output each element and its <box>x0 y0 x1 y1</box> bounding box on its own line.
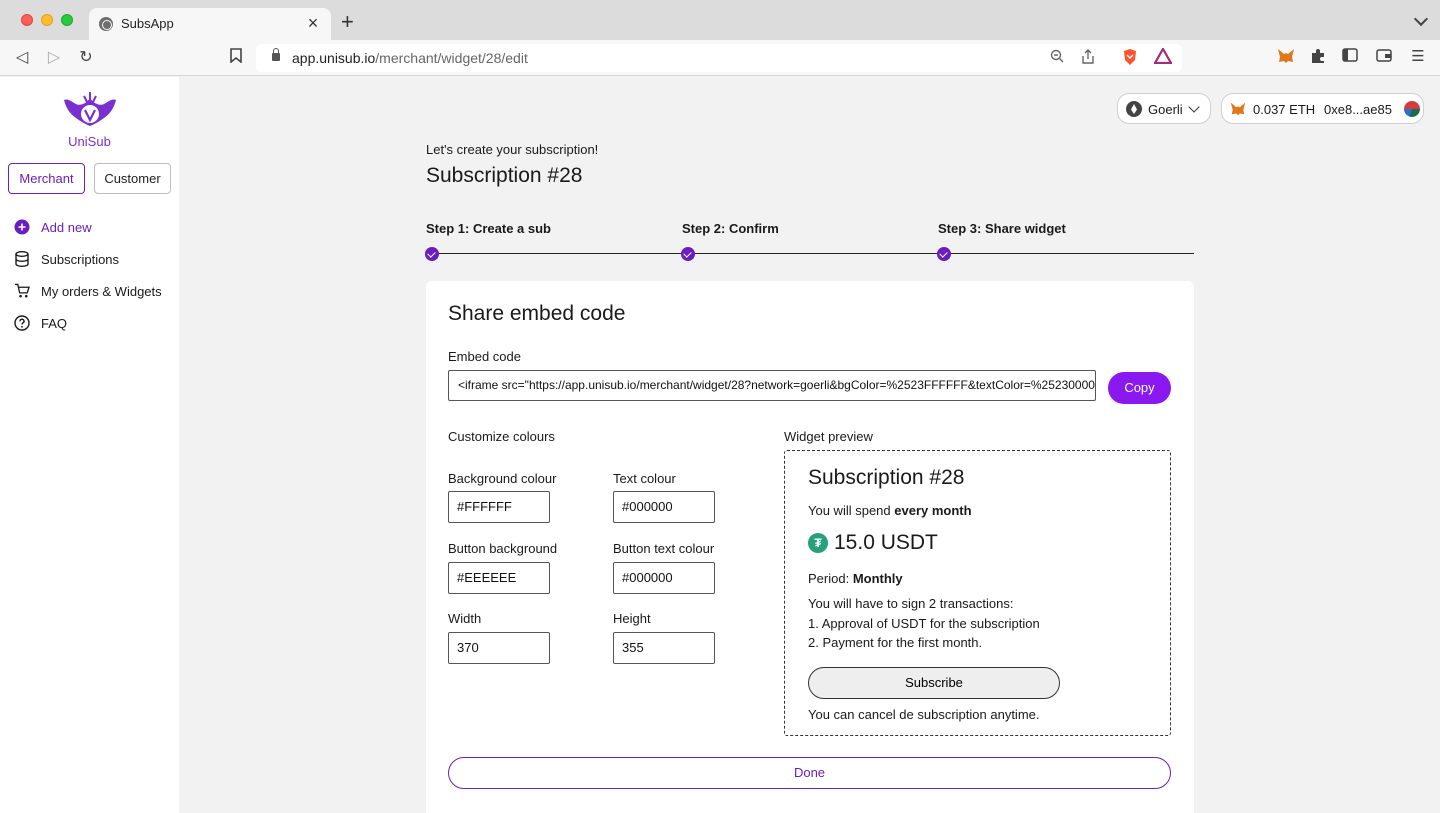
step-3-check-icon <box>937 247 951 261</box>
embed-code-label: Embed code <box>448 349 521 364</box>
sidebar-item-label: FAQ <box>41 315 68 331</box>
text-colour-label: Text colour <box>613 471 676 486</box>
address-bar[interactable]: app.unisub.io/merchant/widget/28/edit <box>256 44 1182 72</box>
globe-icon <box>99 17 113 31</box>
zoom-icon[interactable] <box>1050 49 1064 66</box>
step-3-label: Step 3: Share widget <box>938 221 1066 236</box>
sidebar-item-add-new[interactable]: Add new <box>14 217 92 237</box>
preview-step-2: 2. Payment for the first month. <box>808 635 983 650</box>
brand-name: UniSub <box>68 134 111 149</box>
preview-spend-text: You will spend every month <box>808 503 972 518</box>
preview-cancel-note: You can cancel de subscription anytime. <box>808 707 1040 722</box>
copy-button[interactable]: Copy <box>1108 372 1171 404</box>
sidebar: UniSub Merchant Customer Add new Subscri… <box>0 77 179 813</box>
brave-rewards-icon[interactable] <box>1153 46 1173 67</box>
tab-close-icon[interactable]: × <box>303 13 323 33</box>
share-card: Share embed code Embed code <iframe src=… <box>426 281 1194 813</box>
bookmark-icon[interactable] <box>226 48 246 68</box>
page-title: Subscription #28 <box>426 164 583 187</box>
text-colour-input[interactable]: #000000 <box>613 491 715 523</box>
url-text: app.unisub.io/merchant/widget/28/edit <box>292 50 528 66</box>
preview-amount-value: 15.0 USDT <box>834 531 938 554</box>
width-label: Width <box>448 611 482 626</box>
wallet-balance: 0.037 ETH <box>1253 102 1316 117</box>
account-avatar <box>1404 101 1420 117</box>
widget-preview-label: Widget preview <box>784 429 873 444</box>
tab-title: SubsApp <box>121 16 174 31</box>
window-minimize-button[interactable] <box>41 14 53 26</box>
reload-icon[interactable]: ↻ <box>76 48 96 68</box>
plus-circle-icon <box>14 219 30 235</box>
main-content: Goerli 0.037 ETH 0xe8...ae85 Let's creat… <box>179 77 1440 813</box>
step-1-label: Step 1: Create a sub <box>426 221 551 236</box>
step-2-check-icon <box>681 247 695 261</box>
sidebar-item-faq[interactable]: FAQ <box>14 313 67 333</box>
customize-colours-label: Customize colours <box>448 429 555 444</box>
window-close-button[interactable] <box>21 14 33 26</box>
step-1-check-icon <box>425 247 439 261</box>
network-name: Goerli <box>1148 102 1183 117</box>
preview-subscribe-button[interactable]: Subscribe <box>808 667 1060 699</box>
background-colour-input[interactable]: #FFFFFF <box>448 491 550 523</box>
chevron-down-icon[interactable] <box>1413 11 1429 27</box>
share-icon[interactable] <box>1082 49 1094 67</box>
merchant-role-button[interactable]: Merchant <box>8 163 85 194</box>
forward-icon[interactable]: ▷ <box>44 48 64 68</box>
preview-amount: ₮ 15.0 USDT <box>808 531 938 555</box>
preview-step-1: 1. Approval of USDT for the subscription <box>808 616 1040 631</box>
ethereum-icon <box>1126 101 1142 117</box>
lock-icon <box>272 48 280 61</box>
browser-toolbar: ◁ ▷ ↻ app.unisub.io/merchant/widget/28/e… <box>0 40 1440 76</box>
extensions-puzzle-icon[interactable] <box>1309 48 1327 66</box>
preview-title: Subscription #28 <box>808 466 965 489</box>
metamask-icon <box>1230 101 1246 117</box>
card-title: Share embed code <box>448 302 626 325</box>
width-input[interactable]: 370 <box>448 632 550 664</box>
wallet-icon[interactable] <box>1375 48 1393 66</box>
height-label: Height <box>613 611 651 626</box>
new-tab-icon[interactable]: + <box>341 11 354 33</box>
height-input[interactable]: 355 <box>613 632 715 664</box>
stepper-line <box>432 253 1194 254</box>
help-circle-icon <box>14 315 30 331</box>
chevron-down-icon <box>1188 101 1200 113</box>
sidebar-item-subscriptions[interactable]: Subscriptions <box>14 249 119 269</box>
browser-tab-bar: SubsApp × + <box>0 0 1440 40</box>
sidebar-toggle-icon[interactable] <box>1341 48 1359 66</box>
database-icon <box>14 251 30 267</box>
button-text-colour-input[interactable]: #000000 <box>613 562 715 594</box>
done-button[interactable]: Done <box>448 757 1171 789</box>
step-2-label: Step 2: Confirm <box>682 221 779 236</box>
background-colour-label: Background colour <box>448 471 557 486</box>
sidebar-item-label: My orders & Widgets <box>41 283 162 299</box>
widget-preview: Subscription #28 You will spend every mo… <box>784 450 1171 736</box>
button-text-colour-label: Button text colour <box>613 541 715 556</box>
sidebar-item-orders-widgets[interactable]: My orders & Widgets <box>14 281 162 301</box>
sidebar-item-label: Subscriptions <box>41 251 120 267</box>
menu-icon[interactable]: ☰ <box>1409 48 1427 66</box>
back-icon[interactable]: ◁ <box>12 48 32 68</box>
button-background-input[interactable]: #EEEEEE <box>448 562 550 594</box>
cart-icon <box>14 283 30 299</box>
window-zoom-button[interactable] <box>61 14 73 26</box>
network-selector[interactable]: Goerli <box>1117 93 1211 124</box>
page-intro: Let's create your subscription! <box>426 142 599 157</box>
sidebar-item-label: Add new <box>41 219 92 235</box>
metamask-extension-icon[interactable] <box>1277 48 1295 66</box>
wallet-address: 0xe8...ae85 <box>1324 102 1392 117</box>
unisub-logo-icon <box>60 90 120 134</box>
button-background-label: Button background <box>448 541 558 556</box>
preview-period: Period: Monthly <box>808 571 903 586</box>
preview-sign-note: You will have to sign 2 transactions: <box>808 596 1014 611</box>
browser-tab[interactable]: SubsApp × <box>89 8 331 40</box>
account-button[interactable]: 0.037 ETH 0xe8...ae85 <box>1221 93 1424 124</box>
customer-role-button[interactable]: Customer <box>94 163 171 194</box>
embed-code-field[interactable]: <iframe src="https://app.unisub.io/merch… <box>448 370 1096 401</box>
tether-icon: ₮ <box>808 533 828 553</box>
brave-shield-icon[interactable] <box>1122 48 1138 69</box>
